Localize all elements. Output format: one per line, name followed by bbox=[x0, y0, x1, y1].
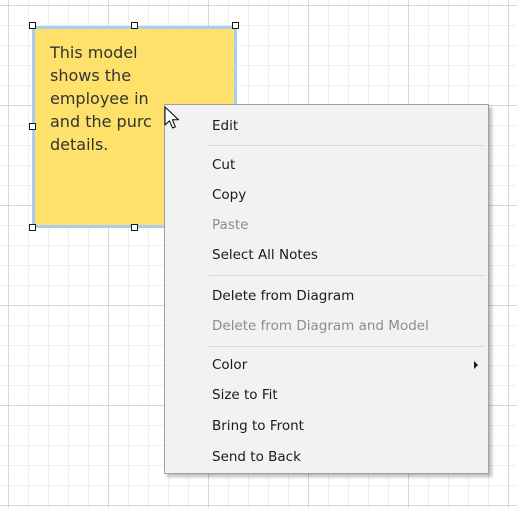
menu-item-edit[interactable]: Edit bbox=[165, 111, 488, 141]
menu-item-select-all-notes[interactable]: Select All Notes bbox=[165, 240, 488, 270]
menu-item-bring-to-front[interactable]: Bring to Front bbox=[165, 411, 488, 441]
resize-handle-middle-left[interactable] bbox=[29, 123, 36, 130]
menu-item-color[interactable]: Color bbox=[165, 350, 488, 380]
mouse-pointer-icon bbox=[164, 106, 179, 129]
resize-handle-top-right[interactable] bbox=[232, 22, 239, 29]
menu-item-delete-from-diagram[interactable]: Delete from Diagram bbox=[165, 281, 488, 311]
menu-item-send-to-back[interactable]: Send to Back bbox=[165, 442, 488, 472]
menu-item-cut[interactable]: Cut bbox=[165, 150, 488, 180]
menu-item-copy[interactable]: Copy bbox=[165, 180, 488, 210]
chevron-right-icon bbox=[474, 361, 478, 369]
menu-item-paste: Paste bbox=[212, 217, 249, 233]
resize-handle-top-left[interactable] bbox=[29, 22, 36, 29]
resize-handle-top-center[interactable] bbox=[131, 22, 138, 29]
context-menu: Edit Cut Copy Paste Select All Notes Del… bbox=[164, 104, 489, 474]
menu-item-color-label: Color bbox=[212, 357, 248, 373]
menu-separator bbox=[209, 346, 484, 347]
menu-item-size-to-fit[interactable]: Size to Fit bbox=[165, 380, 488, 410]
resize-handle-bottom-left[interactable] bbox=[29, 224, 36, 231]
menu-separator bbox=[209, 275, 484, 276]
menu-item-delete-from-diagram-and-model: Delete from Diagram and Model bbox=[212, 318, 429, 334]
resize-handle-bottom-center[interactable] bbox=[131, 224, 138, 231]
menu-separator bbox=[209, 145, 484, 146]
